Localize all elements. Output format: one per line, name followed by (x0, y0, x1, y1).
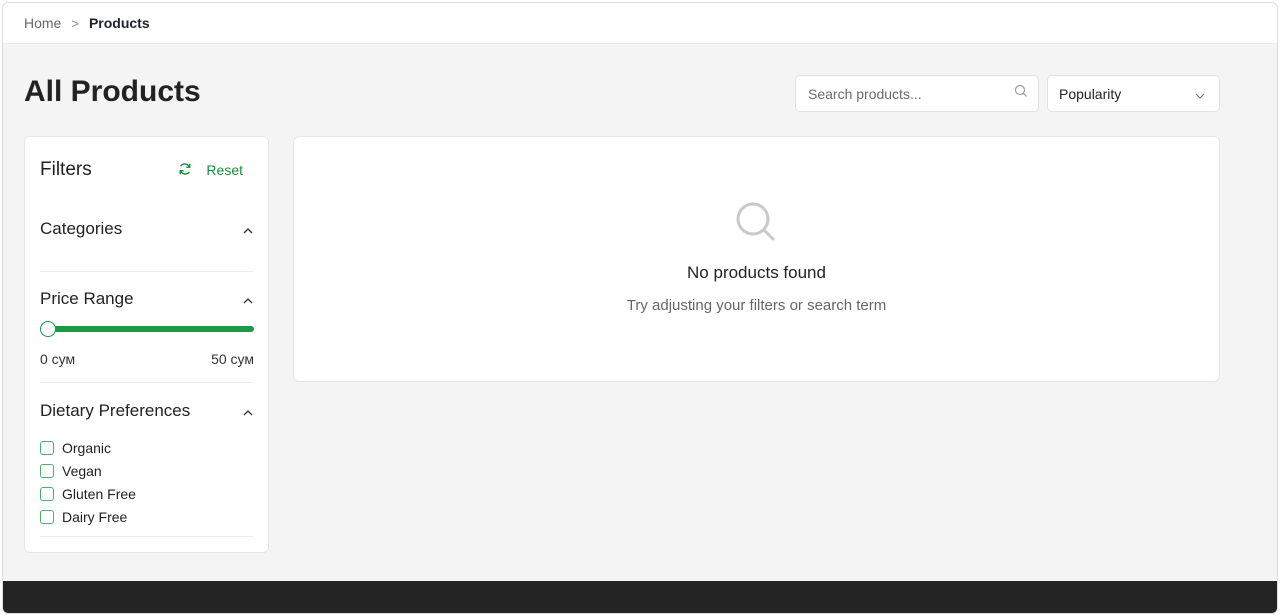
price-range-labels: 0 сум 50 сум (40, 351, 254, 367)
price-max-label: 50 сум (211, 351, 254, 367)
divider (40, 382, 253, 383)
breadcrumb: Home > Products (3, 3, 1277, 44)
dietary-label: Dietary Preferences (40, 401, 191, 420)
footer (3, 581, 1277, 613)
search-icon[interactable] (1014, 84, 1028, 103)
filters-title: Filters (40, 159, 92, 180)
search-icon (734, 200, 778, 249)
refresh-icon (178, 162, 192, 179)
checkbox[interactable] (40, 463, 54, 478)
dietary-options: Organic Vegan Gluten Free Dairy Free (40, 436, 136, 528)
price-slider-handle[interactable] (40, 321, 56, 337)
chevron-up-icon[interactable] (243, 289, 253, 309)
search-box (795, 75, 1039, 112)
price-slider-track[interactable] (40, 326, 254, 332)
reset-label: Reset (206, 162, 243, 178)
chevron-up-icon[interactable] (243, 401, 253, 421)
breadcrumb-separator: > (71, 15, 79, 31)
dietary-option-gluten-free[interactable]: Gluten Free (40, 482, 136, 505)
price-min-label: 0 сум (40, 351, 76, 367)
option-label: Vegan (62, 462, 102, 479)
sort-selected-value: Popularity (1059, 85, 1122, 102)
checkbox[interactable] (40, 440, 54, 455)
dietary-option-organic[interactable]: Organic (40, 436, 136, 459)
dietary-section-header[interactable]: Dietary Preferences (40, 401, 253, 421)
categories-section-header[interactable]: Categories (40, 219, 253, 239)
empty-state-subtitle: Try adjusting your filters or search ter… (626, 297, 887, 314)
option-label: Organic (62, 439, 112, 456)
option-label: Dairy Free (62, 508, 128, 525)
checkbox[interactable] (40, 509, 54, 524)
price-range-section-header[interactable]: Price Range (40, 289, 253, 309)
divider (40, 271, 253, 272)
checkbox[interactable] (40, 486, 54, 501)
filters-header: Filters Reset (40, 159, 253, 181)
categories-label: Categories (40, 219, 123, 238)
dietary-option-dairy-free[interactable]: Dairy Free (40, 505, 136, 528)
price-range-label: Price Range (40, 289, 134, 308)
chevron-down-icon (1195, 86, 1205, 102)
sort-select[interactable]: Popularity (1047, 75, 1220, 112)
breadcrumb-current: Products (88, 15, 150, 31)
option-label: Gluten Free (62, 485, 136, 502)
breadcrumb-home[interactable]: Home (24, 15, 61, 31)
app-frame: Home > Products All Products Popularity … (2, 2, 1278, 614)
search-input[interactable] (806, 84, 1014, 103)
filters-panel: Filters Reset Categories Price Range 0 с… (24, 136, 269, 553)
reset-button[interactable]: Reset (178, 162, 253, 179)
divider (40, 536, 253, 537)
page-title: All Products (24, 75, 201, 108)
dietary-option-vegan[interactable]: Vegan (40, 459, 136, 482)
chevron-up-icon[interactable] (243, 219, 253, 239)
results-panel: No products found Try adjusting your fil… (293, 136, 1220, 382)
empty-state-title: No products found (687, 263, 826, 282)
